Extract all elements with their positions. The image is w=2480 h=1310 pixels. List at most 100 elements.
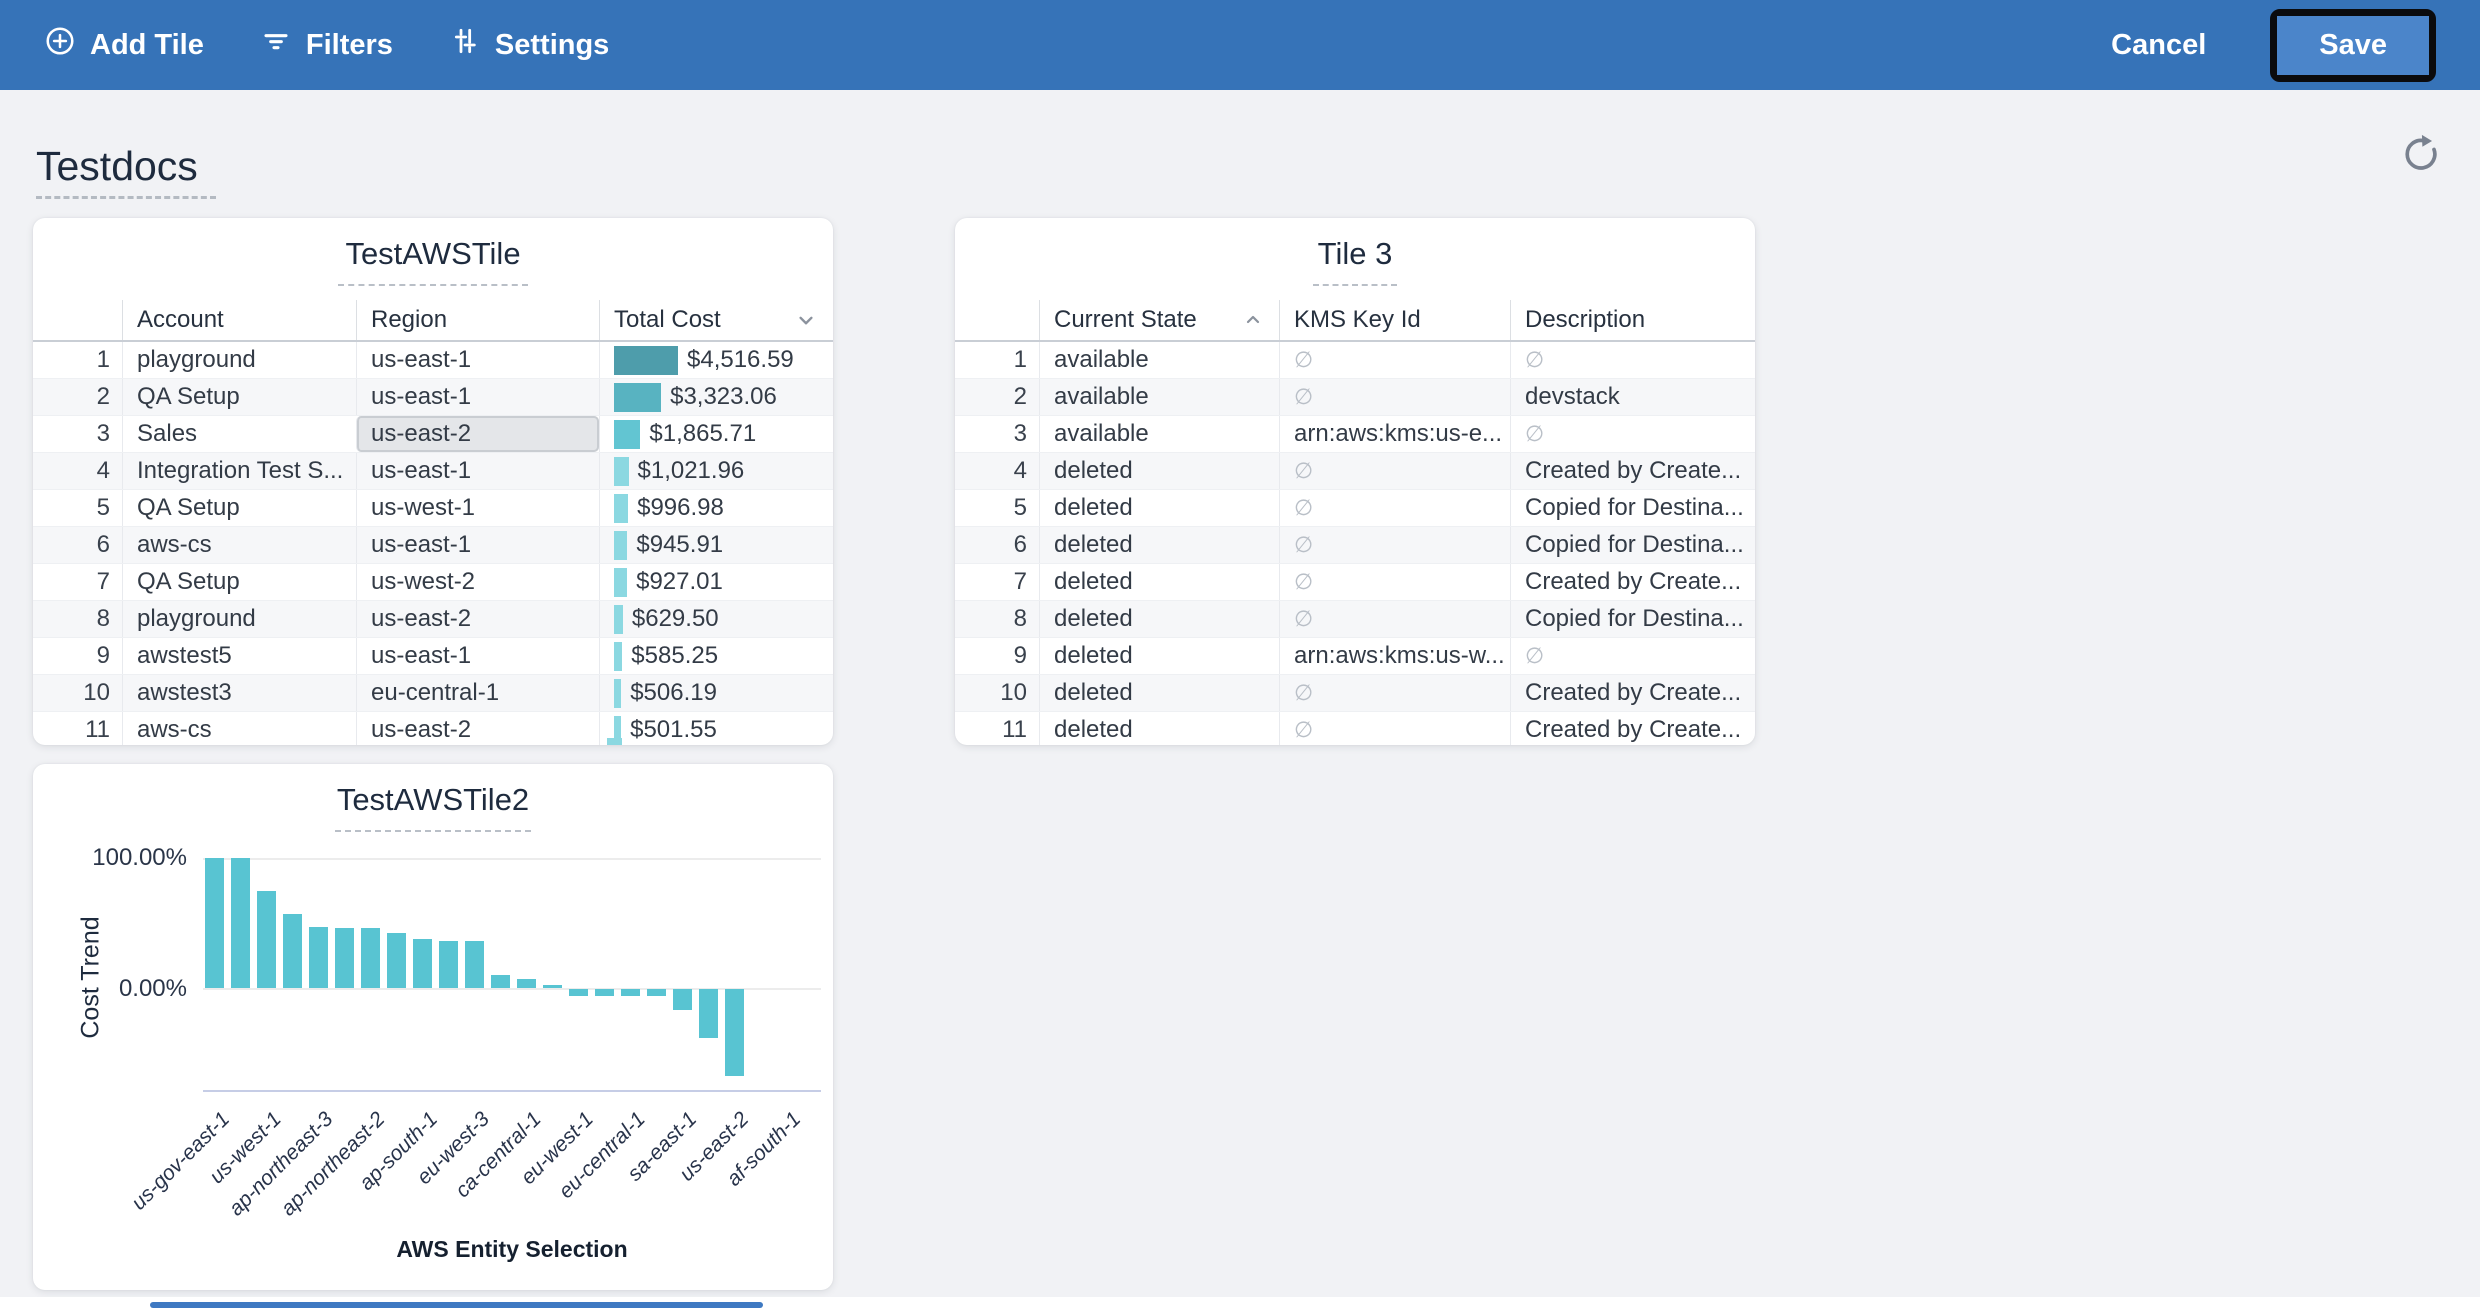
chevron-down-icon[interactable] bbox=[793, 307, 819, 333]
description-cell[interactable]: Copied for Destina... bbox=[1510, 527, 1755, 563]
current-state-cell[interactable]: available bbox=[1039, 342, 1279, 378]
current-state-cell[interactable]: available bbox=[1039, 416, 1279, 452]
kms-key-id-cell[interactable]: arn:aws:kms:us-w... bbox=[1279, 638, 1510, 674]
row-number: 3 bbox=[955, 416, 1039, 452]
total-cost-cell[interactable]: $945.91 bbox=[599, 527, 833, 563]
total-cost-cell[interactable]: $927.01 bbox=[599, 564, 833, 600]
current-state-cell[interactable]: deleted bbox=[1039, 675, 1279, 711]
row-number: 6 bbox=[955, 527, 1039, 563]
account-cell[interactable]: awstest3 bbox=[122, 675, 356, 711]
current-state-cell[interactable]: available bbox=[1039, 379, 1279, 415]
y-axis-tick-0: 0.00% bbox=[47, 975, 187, 1003]
chart-bar bbox=[647, 989, 666, 996]
total-cost-cell[interactable]: $4,516.59 bbox=[599, 342, 833, 378]
region-cell[interactable]: eu-central-1 bbox=[356, 675, 599, 711]
chart-bar bbox=[283, 914, 302, 988]
account-cell[interactable]: aws-cs bbox=[122, 712, 356, 745]
description-cell[interactable]: ∅ bbox=[1510, 638, 1755, 674]
cancel-button[interactable]: Cancel bbox=[2105, 28, 2212, 63]
x-axis-line bbox=[203, 1090, 821, 1092]
region-cell[interactable]: us-east-1 bbox=[356, 453, 599, 489]
tile-test-aws-tile2-chart[interactable]: TestAWSTile2 100.00% 0.00% Cost Trend us… bbox=[33, 764, 833, 1290]
chart-bar bbox=[491, 975, 510, 988]
total-cost-cell[interactable]: $501.55 bbox=[599, 712, 833, 745]
tile-test-aws-tile[interactable]: TestAWSTile Account Region Total Cost 1p… bbox=[33, 218, 833, 745]
kms-key-id-cell[interactable]: ∅ bbox=[1279, 712, 1510, 745]
description-cell[interactable]: Copied for Destina... bbox=[1510, 490, 1755, 526]
total-cost-cell[interactable]: $506.19 bbox=[599, 675, 833, 711]
region-cell[interactable]: us-east-1 bbox=[356, 638, 599, 674]
region-cell[interactable]: us-east-1 bbox=[356, 342, 599, 378]
region-cell[interactable]: us-east-2 bbox=[356, 712, 599, 745]
description-cell[interactable]: ∅ bbox=[1510, 416, 1755, 452]
add-tile-button[interactable]: Add Tile bbox=[44, 25, 204, 65]
current-state-cell[interactable]: deleted bbox=[1039, 527, 1279, 563]
kms-key-id-cell[interactable]: ∅ bbox=[1279, 379, 1510, 415]
account-cell[interactable]: awstest5 bbox=[122, 638, 356, 674]
current-state-cell[interactable]: deleted bbox=[1039, 638, 1279, 674]
cost-data-bar bbox=[614, 457, 629, 486]
total-cost-cell[interactable]: $3,323.06 bbox=[599, 379, 833, 415]
kms-key-id-cell[interactable]: ∅ bbox=[1279, 342, 1510, 378]
region-cell[interactable]: us-west-1 bbox=[356, 490, 599, 526]
kms-key-id-cell[interactable]: arn:aws:kms:us-e... bbox=[1279, 416, 1510, 452]
region-cell[interactable]: us-east-1 bbox=[356, 379, 599, 415]
total-cost-cell[interactable]: $585.25 bbox=[599, 638, 833, 674]
description-cell[interactable]: Copied for Destina... bbox=[1510, 601, 1755, 637]
chevron-up-icon[interactable] bbox=[1241, 308, 1265, 332]
save-button[interactable]: Save bbox=[2277, 16, 2429, 75]
cost-data-bar bbox=[614, 420, 640, 449]
kms-key-id-cell[interactable]: ∅ bbox=[1279, 490, 1510, 526]
description-cell[interactable]: ∅ bbox=[1510, 342, 1755, 378]
kms-key-id-cell[interactable]: ∅ bbox=[1279, 564, 1510, 600]
kms-key-id-cell[interactable]: ∅ bbox=[1279, 675, 1510, 711]
horizontal-scrollbar[interactable] bbox=[150, 1302, 763, 1308]
current-state-cell[interactable]: deleted bbox=[1039, 453, 1279, 489]
description-cell[interactable]: Created by Create... bbox=[1510, 564, 1755, 600]
region-cell[interactable]: us-west-2 bbox=[356, 564, 599, 600]
table-row: 5deleted∅Copied for Destina... bbox=[955, 490, 1755, 527]
kms-key-id-cell[interactable]: ∅ bbox=[1279, 527, 1510, 563]
column-header-kms-key-id[interactable]: KMS Key Id bbox=[1279, 300, 1510, 340]
total-cost-cell[interactable]: $996.98 bbox=[599, 490, 833, 526]
column-header-account[interactable]: Account bbox=[122, 300, 356, 340]
account-cell[interactable]: QA Setup bbox=[122, 379, 356, 415]
kms-key-id-cell[interactable]: ∅ bbox=[1279, 601, 1510, 637]
current-state-cell[interactable]: deleted bbox=[1039, 564, 1279, 600]
total-cost-cell[interactable]: $1,865.71 bbox=[599, 416, 833, 452]
column-header-region[interactable]: Region bbox=[356, 300, 599, 340]
cost-data-bar bbox=[614, 494, 628, 523]
region-cell[interactable]: us-east-2 bbox=[356, 601, 599, 637]
region-cell[interactable]: us-east-1 bbox=[356, 527, 599, 563]
column-header-description[interactable]: Description bbox=[1510, 300, 1755, 340]
column-header-label: Total Cost bbox=[614, 306, 721, 334]
tile-title-dashed-underline bbox=[335, 830, 531, 832]
account-cell[interactable]: Sales bbox=[122, 416, 356, 452]
account-cell[interactable]: QA Setup bbox=[122, 490, 356, 526]
current-state-cell[interactable]: deleted bbox=[1039, 601, 1279, 637]
total-cost-cell[interactable]: $629.50 bbox=[599, 601, 833, 637]
account-cell[interactable]: aws-cs bbox=[122, 527, 356, 563]
page-title: Testdocs bbox=[36, 143, 198, 190]
account-cell[interactable]: playground bbox=[122, 601, 356, 637]
current-state-cell[interactable]: deleted bbox=[1039, 490, 1279, 526]
account-cell[interactable]: playground bbox=[122, 342, 356, 378]
plus-circle-icon bbox=[44, 25, 76, 65]
settings-button[interactable]: Settings bbox=[449, 25, 609, 65]
total-cost-cell[interactable]: $1,021.96 bbox=[599, 453, 833, 489]
column-header-current-state[interactable]: Current State bbox=[1039, 300, 1279, 340]
current-state-cell[interactable]: deleted bbox=[1039, 712, 1279, 745]
description-cell[interactable]: Created by Create... bbox=[1510, 712, 1755, 745]
description-cell[interactable]: Created by Create... bbox=[1510, 675, 1755, 711]
null-value-icon: ∅ bbox=[1294, 569, 1313, 595]
refresh-button[interactable] bbox=[2398, 130, 2444, 176]
account-cell[interactable]: Integration Test S... bbox=[122, 453, 356, 489]
filters-button[interactable]: Filters bbox=[260, 25, 393, 65]
region-cell[interactable]: us-east-2 bbox=[356, 416, 599, 452]
column-header-total-cost[interactable]: Total Cost bbox=[599, 300, 833, 340]
description-cell[interactable]: Created by Create... bbox=[1510, 453, 1755, 489]
kms-key-id-cell[interactable]: ∅ bbox=[1279, 453, 1510, 489]
description-cell[interactable]: devstack bbox=[1510, 379, 1755, 415]
account-cell[interactable]: QA Setup bbox=[122, 564, 356, 600]
tile-tile-3[interactable]: Tile 3 Current State KMS Key Id Descript… bbox=[955, 218, 1755, 745]
